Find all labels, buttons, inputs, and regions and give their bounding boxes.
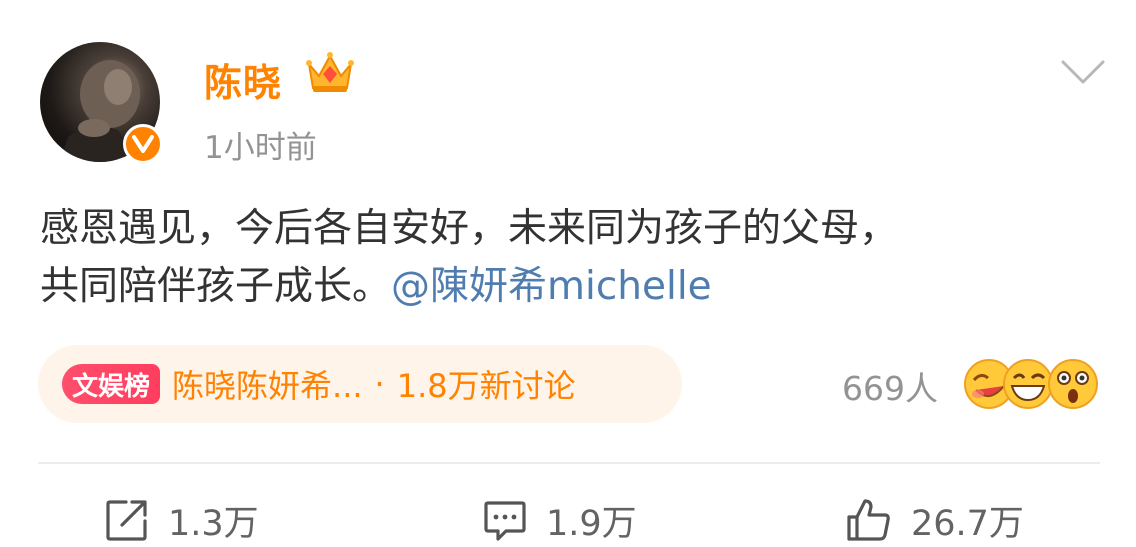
topic-title: 陈晓陈妍希... — [172, 367, 363, 405]
share-count: 1.3万 — [168, 503, 259, 544]
comment-icon — [484, 501, 526, 541]
reaction-count[interactable]: 669人 — [842, 362, 938, 410]
comment-button[interactable]: 1.9万 — [482, 494, 637, 546]
author-name[interactable]: 陈晓 — [204, 52, 282, 107]
divider — [38, 462, 1100, 464]
topic-badge: 文娱榜 — [62, 364, 161, 404]
chevron-down-icon[interactable] — [1060, 58, 1106, 86]
like-icon — [847, 499, 890, 541]
topic-discussion-count: 1.8万新讨论 — [396, 367, 576, 405]
grin-emoji-icon — [1003, 359, 1053, 409]
share-icon — [106, 500, 147, 541]
post-timestamp: 1小时前 — [204, 130, 317, 166]
shocked-emoji-icon — [1048, 359, 1098, 409]
post-body: 感恩遇见，今后各自安好，未来同为孩子的父母， 共同陪伴孩子成长。@陳妍希mich… — [40, 200, 1100, 316]
post-text-line-2-content: 共同陪伴孩子成长。 — [40, 264, 392, 309]
like-count: 26.7万 — [911, 503, 1024, 544]
topic-separator: · — [374, 365, 385, 403]
trending-topic-card[interactable]: 文娱榜 陈晓陈妍希... · 1.8万新讨论 — [38, 345, 682, 423]
share-button[interactable]: 1.3万 — [104, 494, 259, 546]
comment-count: 1.9万 — [546, 503, 637, 544]
post-text-line-1: 感恩遇见，今后各自安好，未来同为孩子的父母， — [40, 206, 899, 251]
verified-v-icon — [123, 124, 163, 164]
post-text-line-2: 共同陪伴孩子成长。@陳妍希michelle — [40, 258, 1100, 316]
crown-icon[interactable] — [305, 50, 355, 96]
mention-link[interactable]: @陳妍希michelle — [391, 264, 712, 309]
reaction-emoji-icons[interactable] — [962, 356, 1102, 412]
like-button[interactable]: 26.7万 — [845, 494, 1024, 546]
